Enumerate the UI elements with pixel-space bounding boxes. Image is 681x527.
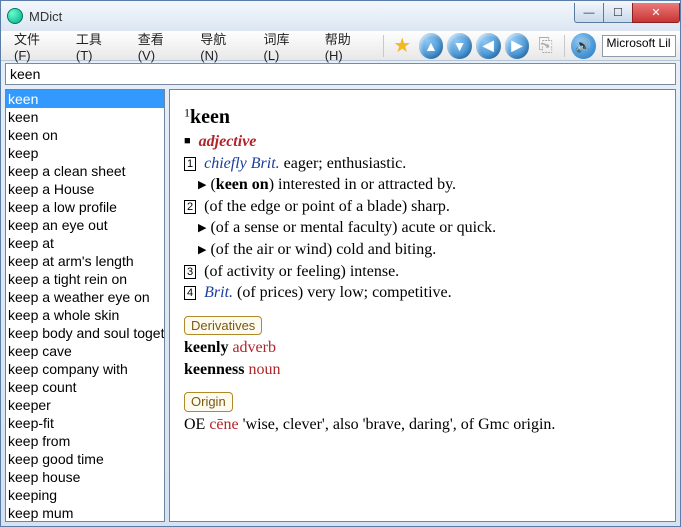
list-item[interactable]: keep body and soul together [6, 324, 164, 342]
menu-thesaurus[interactable]: 词库 (L) [255, 25, 316, 67]
list-item[interactable]: keep a low profile [6, 198, 164, 216]
list-item[interactable]: keep count [6, 378, 164, 396]
derivative-line: keenness noun [184, 359, 661, 381]
word-list[interactable]: keenkeenkeen onkeepkeep a clean sheetkee… [5, 89, 165, 522]
origin-label: Origin [184, 392, 233, 412]
definition-line: 2 (of the edge or point of a blade) shar… [184, 196, 661, 218]
speaker-icon[interactable]: 🔊 [571, 33, 596, 59]
derivatives-label: Derivatives [184, 316, 262, 336]
definition-line: ▶ (of the air or wind) cold and biting. [198, 239, 661, 261]
triangle-icon: ▶ [198, 179, 206, 191]
list-item[interactable]: keen [6, 90, 164, 108]
origin-text: OE cēne 'wise, clever', also 'brave, dar… [184, 414, 661, 436]
entry-pane: 1keen ■ adjective 1 chiefly Brit. eager;… [169, 89, 676, 522]
list-item[interactable]: keep mum [6, 504, 164, 522]
list-item[interactable]: keep-fit [6, 414, 164, 432]
list-item[interactable]: keep cave [6, 342, 164, 360]
list-item[interactable]: keep from [6, 432, 164, 450]
part-of-speech: adjective [199, 133, 257, 150]
maximize-button[interactable]: ☐ [603, 3, 633, 23]
definitions: 1 chiefly Brit. eager; enthusiastic.▶ (k… [184, 153, 661, 304]
search-input[interactable] [6, 64, 675, 84]
window-title: MDict [29, 9, 575, 24]
list-item[interactable]: keeper [6, 396, 164, 414]
dictionary-select[interactable]: Microsoft Lil [602, 35, 677, 57]
definition-line: 4 Brit. (of prices) very low; competitiv… [184, 282, 661, 304]
region-label: chiefly Brit. [204, 155, 280, 172]
up-arrow-icon[interactable]: ▲ [419, 33, 444, 59]
list-item[interactable]: keep an eye out [6, 216, 164, 234]
list-item[interactable]: keep company with [6, 360, 164, 378]
menu-tools[interactable]: 工具 (T) [67, 25, 129, 67]
favorite-icon[interactable]: ★ [390, 33, 415, 59]
headword: keen [190, 106, 230, 128]
back-arrow-icon[interactable]: ◀ [476, 33, 501, 59]
menubar: 文件 (F) 工具 (T) 查看 (V) 导航 (N) 词库 (L) 帮助 (H… [1, 31, 680, 61]
separator [564, 35, 565, 57]
list-item[interactable]: keen [6, 108, 164, 126]
menu-view[interactable]: 查看 (V) [129, 25, 192, 67]
definition-line: 1 chiefly Brit. eager; enthusiastic. [184, 153, 661, 175]
derivative-line: keenly adverb [184, 337, 661, 359]
list-item[interactable]: keep a tight rein on [6, 270, 164, 288]
triangle-icon: ▶ [198, 222, 206, 234]
list-item[interactable]: keep at [6, 234, 164, 252]
region-label: Brit. [204, 284, 233, 301]
copy-icon[interactable]: ⎘ [533, 33, 558, 59]
list-item[interactable]: keep [6, 144, 164, 162]
sense-number: 2 [184, 200, 196, 214]
sense-number: 3 [184, 265, 196, 279]
forward-arrow-icon[interactable]: ▶ [505, 33, 530, 59]
down-arrow-icon[interactable]: ▼ [447, 33, 472, 59]
menu-nav[interactable]: 导航 (N) [191, 25, 254, 67]
list-item[interactable]: keep house [6, 468, 164, 486]
list-item[interactable]: keep a House [6, 180, 164, 198]
square-bullet-icon: ■ [184, 135, 191, 147]
sense-number: 1 [184, 157, 196, 171]
list-item[interactable]: keep good time [6, 450, 164, 468]
minimize-button[interactable]: — [574, 3, 604, 23]
derivatives-list: keenly adverbkeenness noun [184, 337, 661, 380]
app-window: MDict — ☐ ✕ 文件 (F) 工具 (T) 查看 (V) 导航 (N) … [0, 0, 681, 527]
sense-number: 4 [184, 286, 196, 300]
list-item[interactable]: keep at arm's length [6, 252, 164, 270]
close-button[interactable]: ✕ [632, 3, 680, 23]
content-area: keenkeenkeen onkeepkeep a clean sheetkee… [5, 89, 676, 522]
window-controls: — ☐ ✕ [575, 3, 680, 23]
list-item[interactable]: keen on [6, 126, 164, 144]
headword-line: 1keen [184, 104, 661, 131]
menu-file[interactable]: 文件 (F) [5, 25, 67, 67]
definition-line: ▶ (keen on) interested in or attracted b… [198, 174, 661, 196]
list-item[interactable]: keep a whole skin [6, 306, 164, 324]
menu-help[interactable]: 帮助 (H) [316, 25, 379, 67]
app-icon [7, 8, 23, 24]
pos-line: ■ adjective [184, 131, 661, 153]
separator [383, 35, 384, 57]
triangle-icon: ▶ [198, 244, 206, 256]
search-bar [5, 63, 676, 85]
definition-line: ▶ (of a sense or mental faculty) acute o… [198, 217, 661, 239]
list-item[interactable]: keep a weather eye on [6, 288, 164, 306]
list-item[interactable]: keep a clean sheet [6, 162, 164, 180]
list-item[interactable]: keeping [6, 486, 164, 504]
definition-line: 3 (of activity or feeling) intense. [184, 261, 661, 283]
